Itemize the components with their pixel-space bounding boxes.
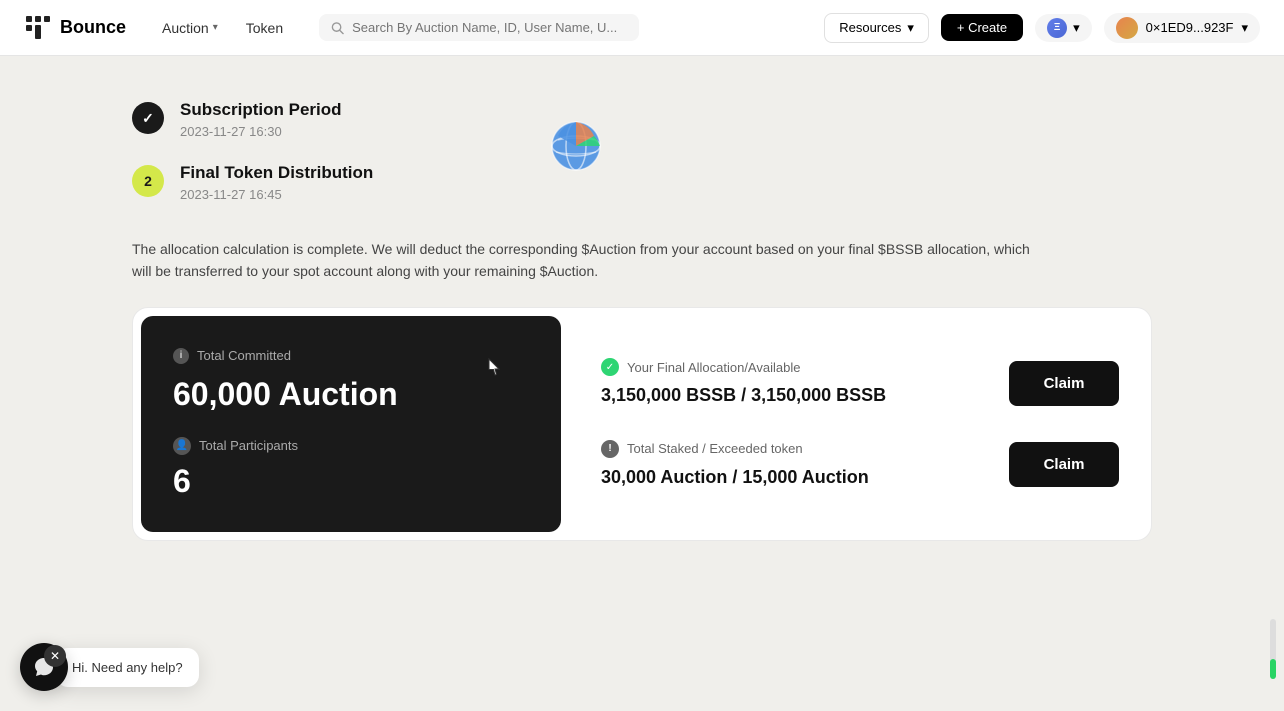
step-2-icon: 2 (132, 165, 164, 197)
step-1-content: Subscription Period 2023-11-27 16:30 (180, 100, 342, 139)
step-1-timestamp: 2023-11-27 16:30 (180, 124, 342, 139)
chat-message: Hi. Need any help? (72, 660, 183, 675)
nav-right: Resources ▾ + Create Ξ ▾ 0×1ED9...923F ▾ (824, 13, 1260, 43)
search-input[interactable] (352, 20, 627, 35)
bounce-logo-icon (24, 14, 52, 42)
timeline-item-2: 2 Final Token Distribution 2023-11-27 16… (132, 151, 1152, 214)
allocation-row-2: ! Total Staked / Exceeded token 30,000 A… (601, 440, 1119, 489)
eth-chevron-icon: ▾ (1073, 20, 1080, 36)
allocation-info-2: ! Total Staked / Exceeded token 30,000 A… (601, 440, 869, 489)
claim-button-1[interactable]: Claim (1009, 361, 1119, 406)
timeline-item-1: ✓ Subscription Period 2023-11-27 16:30 (132, 88, 1152, 151)
allocation-label-text: Your Final Allocation/Available (627, 360, 800, 375)
right-panel: ✓ Your Final Allocation/Available 3,150,… (569, 308, 1151, 540)
create-button[interactable]: + Create (941, 14, 1023, 41)
participants-label-row: 👤 Total Participants (173, 437, 529, 455)
ethereum-icon: Ξ (1047, 18, 1067, 38)
create-label: + Create (957, 20, 1007, 35)
dark-panel: i Total Committed 60,000 Auction 👤 Total… (141, 316, 561, 532)
resources-button[interactable]: Resources ▾ (824, 13, 929, 43)
nav-links: Auction ▾ Token (150, 14, 295, 42)
staked-value: 30,000 Auction / 15,000 Auction (601, 466, 869, 489)
staked-label-text: Total Staked / Exceeded token (627, 441, 803, 456)
token-nav[interactable]: Token (234, 14, 295, 42)
committed-info-icon: i (173, 348, 189, 364)
resources-label: Resources (839, 20, 901, 35)
step-1-title: Subscription Period (180, 100, 342, 120)
allocation-value-1: 3,150,000 BSSB / 3,150,000 BSSB (601, 384, 886, 407)
allocation-card: i Total Committed 60,000 Auction 👤 Total… (132, 307, 1152, 541)
staked-label-row: ! Total Staked / Exceeded token (601, 440, 869, 458)
participants-label: Total Participants (199, 438, 298, 453)
resources-chevron-icon: ▾ (907, 20, 914, 36)
navbar: Bounce Auction ▾ Token Resources ▾ + Cre… (0, 0, 1284, 56)
wallet-button[interactable]: 0×1ED9...923F ▾ (1104, 13, 1260, 43)
step-2-timestamp: 2023-11-27 16:45 (180, 187, 373, 202)
allocation-info-1: ✓ Your Final Allocation/Available 3,150,… (601, 358, 886, 407)
participants-value: 6 (173, 463, 529, 500)
committed-label-row: i Total Committed (173, 348, 529, 364)
scroll-indicator (1270, 619, 1276, 679)
committed-label: Total Committed (197, 348, 291, 363)
wallet-chevron-icon: ▾ (1241, 20, 1248, 36)
scroll-thumb (1270, 659, 1276, 679)
auction-chevron-icon: ▾ (213, 22, 218, 33)
logo-text: Bounce (60, 17, 126, 38)
timeline: ✓ Subscription Period 2023-11-27 16:30 2… (132, 88, 1152, 214)
main-content: ✓ Subscription Period 2023-11-27 16:30 2… (92, 56, 1192, 573)
search-icon (331, 21, 344, 35)
globe-icon (550, 120, 602, 172)
chat-bubble: Hi. Need any help? (56, 648, 199, 687)
avatar (1116, 17, 1138, 39)
description-text: The allocation calculation is complete. … (132, 238, 1032, 283)
check-icon-1: ✓ (601, 358, 619, 376)
logo[interactable]: Bounce (24, 14, 126, 42)
search-bar[interactable] (319, 14, 639, 41)
committed-value: 60,000 Auction (173, 376, 529, 413)
alert-icon: ! (601, 440, 619, 458)
auction-label: Auction (162, 20, 209, 36)
participants-user-icon: 👤 (173, 437, 191, 455)
claim-button-2[interactable]: Claim (1009, 442, 1119, 487)
step-1-icon: ✓ (132, 102, 164, 134)
step-2-title: Final Token Distribution (180, 163, 373, 183)
step-2-content: Final Token Distribution 2023-11-27 16:4… (180, 163, 373, 202)
eth-network-badge[interactable]: Ξ ▾ (1035, 14, 1092, 42)
chat-close-button[interactable]: ✕ (44, 645, 66, 667)
allocation-row-1: ✓ Your Final Allocation/Available 3,150,… (601, 358, 1119, 407)
wallet-address: 0×1ED9...923F (1146, 20, 1234, 35)
allocation-label-1: ✓ Your Final Allocation/Available (601, 358, 886, 376)
auction-nav[interactable]: Auction ▾ (150, 14, 230, 42)
token-label: Token (246, 20, 283, 36)
globe-decoration (550, 120, 602, 177)
